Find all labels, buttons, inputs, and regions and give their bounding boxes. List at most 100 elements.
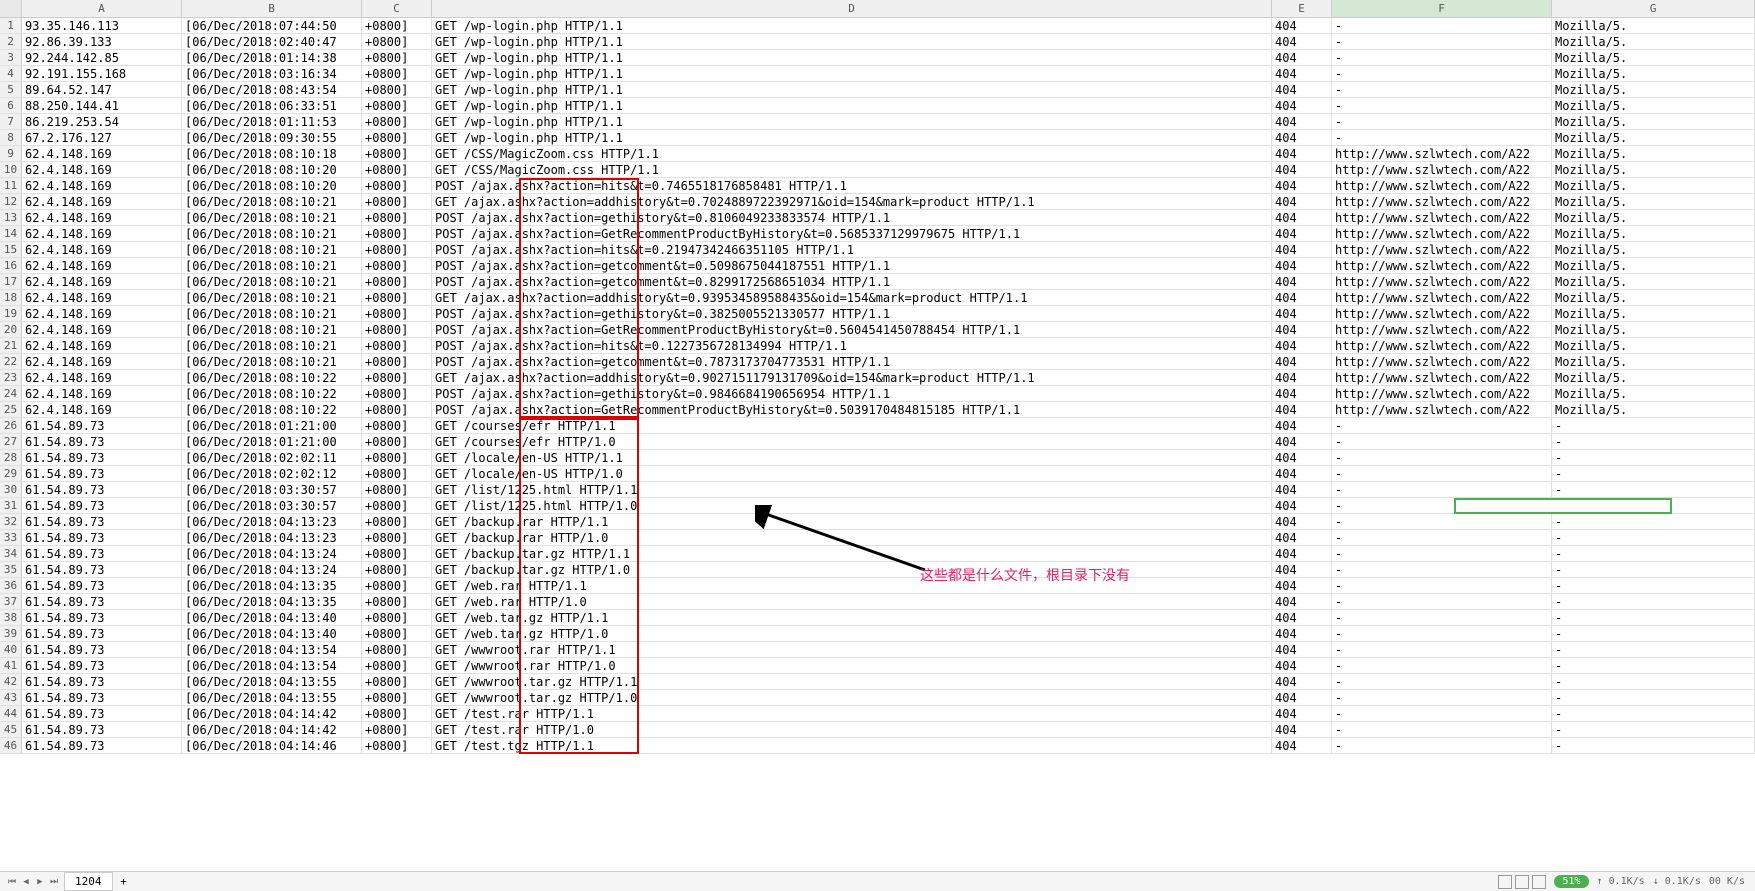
cell-tz[interactable]: +0800]	[362, 578, 432, 593]
cell-timestamp[interactable]: [06/Dec/2018:02:02:11	[182, 450, 362, 465]
cell-referer[interactable]: -	[1332, 642, 1552, 657]
cell-status[interactable]: 404	[1272, 498, 1332, 513]
grid-area[interactable]: 193.35.146.113[06/Dec/2018:07:44:50+0800…	[0, 18, 1755, 871]
cell-status[interactable]: 404	[1272, 66, 1332, 81]
cell-ua[interactable]: Mozilla/5.	[1552, 114, 1755, 129]
cell-status[interactable]: 404	[1272, 514, 1332, 529]
cell-timestamp[interactable]: [06/Dec/2018:08:43:54	[182, 82, 362, 97]
cell-status[interactable]: 404	[1272, 690, 1332, 705]
cell-request[interactable]: POST /ajax.ashx?action=hits&t=0.74655181…	[432, 178, 1272, 193]
cell-request[interactable]: GET /wwwroot.tar.gz HTTP/1.0	[432, 690, 1272, 705]
cell-request[interactable]: GET /wp-login.php HTTP/1.1	[432, 98, 1272, 113]
cell-tz[interactable]: +0800]	[362, 18, 432, 33]
cell-ip[interactable]: 62.4.148.169	[22, 274, 182, 289]
cell-referer[interactable]: -	[1332, 34, 1552, 49]
cell-ip[interactable]: 62.4.148.169	[22, 162, 182, 177]
col-header-G[interactable]: G	[1552, 0, 1755, 17]
cell-tz[interactable]: +0800]	[362, 194, 432, 209]
cell-request[interactable]: GET /ajax.ashx?action=addhistory&t=0.939…	[432, 290, 1272, 305]
cell-ua[interactable]: -	[1552, 562, 1755, 577]
cell-referer[interactable]: -	[1332, 114, 1552, 129]
row-header[interactable]: 45	[0, 722, 22, 737]
cell-tz[interactable]: +0800]	[362, 370, 432, 385]
cell-ip[interactable]: 61.54.89.73	[22, 610, 182, 625]
cell-request[interactable]: POST /ajax.ashx?action=gethistory&t=0.98…	[432, 386, 1272, 401]
cell-ua[interactable]: -	[1552, 466, 1755, 481]
cell-ip[interactable]: 61.54.89.73	[22, 482, 182, 497]
cell-request[interactable]: GET /CSS/MagicZoom.css HTTP/1.1	[432, 146, 1272, 161]
row-header[interactable]: 7	[0, 114, 22, 129]
cell-referer[interactable]: -	[1332, 722, 1552, 737]
cell-tz[interactable]: +0800]	[362, 226, 432, 241]
cell-tz[interactable]: +0800]	[362, 482, 432, 497]
table-row[interactable]: 3861.54.89.73[06/Dec/2018:04:13:40+0800]…	[0, 610, 1755, 626]
row-header[interactable]: 43	[0, 690, 22, 705]
cell-ip[interactable]: 62.4.148.169	[22, 258, 182, 273]
table-row[interactable]: 962.4.148.169[06/Dec/2018:08:10:18+0800]…	[0, 146, 1755, 162]
cell-ua[interactable]: Mozilla/5.	[1552, 146, 1755, 161]
row-header[interactable]: 42	[0, 674, 22, 689]
cell-status[interactable]: 404	[1272, 706, 1332, 721]
cell-tz[interactable]: +0800]	[362, 562, 432, 577]
cell-request[interactable]: POST /ajax.ashx?action=gethistory&t=0.38…	[432, 306, 1272, 321]
cell-ip[interactable]: 62.4.148.169	[22, 370, 182, 385]
cell-ip[interactable]: 62.4.148.169	[22, 146, 182, 161]
tab-nav-first-icon[interactable]: ⏮	[5, 875, 19, 889]
cell-referer[interactable]: -	[1332, 690, 1552, 705]
cell-tz[interactable]: +0800]	[362, 98, 432, 113]
cell-ip[interactable]: 61.54.89.73	[22, 498, 182, 513]
cell-ip[interactable]: 62.4.148.169	[22, 354, 182, 369]
cell-status[interactable]: 404	[1272, 274, 1332, 289]
table-row[interactable]: 1662.4.148.169[06/Dec/2018:08:10:21+0800…	[0, 258, 1755, 274]
cell-timestamp[interactable]: [06/Dec/2018:04:14:42	[182, 722, 362, 737]
table-row[interactable]: 2961.54.89.73[06/Dec/2018:02:02:12+0800]…	[0, 466, 1755, 482]
row-header[interactable]: 46	[0, 738, 22, 753]
row-header[interactable]: 9	[0, 146, 22, 161]
view-page-icon[interactable]	[1515, 875, 1529, 889]
row-header[interactable]: 13	[0, 210, 22, 225]
cell-tz[interactable]: +0800]	[362, 34, 432, 49]
cell-referer[interactable]: http://www.szlwtech.com/A22	[1332, 146, 1552, 161]
cell-timestamp[interactable]: [06/Dec/2018:07:44:50	[182, 18, 362, 33]
cell-status[interactable]: 404	[1272, 178, 1332, 193]
cell-referer[interactable]: http://www.szlwtech.com/A22	[1332, 194, 1552, 209]
cell-ip[interactable]: 92.86.39.133	[22, 34, 182, 49]
row-header[interactable]: 21	[0, 338, 22, 353]
table-row[interactable]: 2462.4.148.169[06/Dec/2018:08:10:22+0800…	[0, 386, 1755, 402]
cell-timestamp[interactable]: [06/Dec/2018:04:13:35	[182, 594, 362, 609]
cell-ip[interactable]: 62.4.148.169	[22, 322, 182, 337]
cell-ip[interactable]: 61.54.89.73	[22, 466, 182, 481]
cell-referer[interactable]: -	[1332, 418, 1552, 433]
cell-ip[interactable]: 86.219.253.54	[22, 114, 182, 129]
cell-request[interactable]: GET /wp-login.php HTTP/1.1	[432, 114, 1272, 129]
table-row[interactable]: 1262.4.148.169[06/Dec/2018:08:10:21+0800…	[0, 194, 1755, 210]
cell-request[interactable]: GET /locale/en-US HTTP/1.1	[432, 450, 1272, 465]
cell-ua[interactable]: -	[1552, 450, 1755, 465]
cell-referer[interactable]: -	[1332, 514, 1552, 529]
cell-request[interactable]: GET /web.tar.gz HTTP/1.0	[432, 626, 1272, 641]
cell-request[interactable]: GET /test.rar HTTP/1.1	[432, 706, 1272, 721]
cell-referer[interactable]: http://www.szlwtech.com/A22	[1332, 162, 1552, 177]
cell-tz[interactable]: +0800]	[362, 210, 432, 225]
cell-status[interactable]: 404	[1272, 98, 1332, 113]
row-header[interactable]: 28	[0, 450, 22, 465]
view-mode-icons[interactable]	[1498, 875, 1546, 889]
cell-timestamp[interactable]: [06/Dec/2018:08:10:20	[182, 162, 362, 177]
cell-tz[interactable]: +0800]	[362, 658, 432, 673]
col-header-E[interactable]: E	[1272, 0, 1332, 17]
row-header[interactable]: 25	[0, 402, 22, 417]
cell-ua[interactable]: Mozilla/5.	[1552, 354, 1755, 369]
row-header[interactable]: 4	[0, 66, 22, 81]
view-break-icon[interactable]	[1532, 875, 1546, 889]
cell-ip[interactable]: 89.64.52.147	[22, 82, 182, 97]
cell-tz[interactable]: +0800]	[362, 594, 432, 609]
table-row[interactable]: 3061.54.89.73[06/Dec/2018:03:30:57+0800]…	[0, 482, 1755, 498]
cell-status[interactable]: 404	[1272, 594, 1332, 609]
col-header-A[interactable]: A	[22, 0, 182, 17]
cell-status[interactable]: 404	[1272, 194, 1332, 209]
cell-ua[interactable]: -	[1552, 530, 1755, 545]
cell-ua[interactable]: -	[1552, 434, 1755, 449]
tab-nav-last-icon[interactable]: ⏭	[47, 875, 61, 889]
cell-ip[interactable]: 62.4.148.169	[22, 386, 182, 401]
row-header[interactable]: 26	[0, 418, 22, 433]
